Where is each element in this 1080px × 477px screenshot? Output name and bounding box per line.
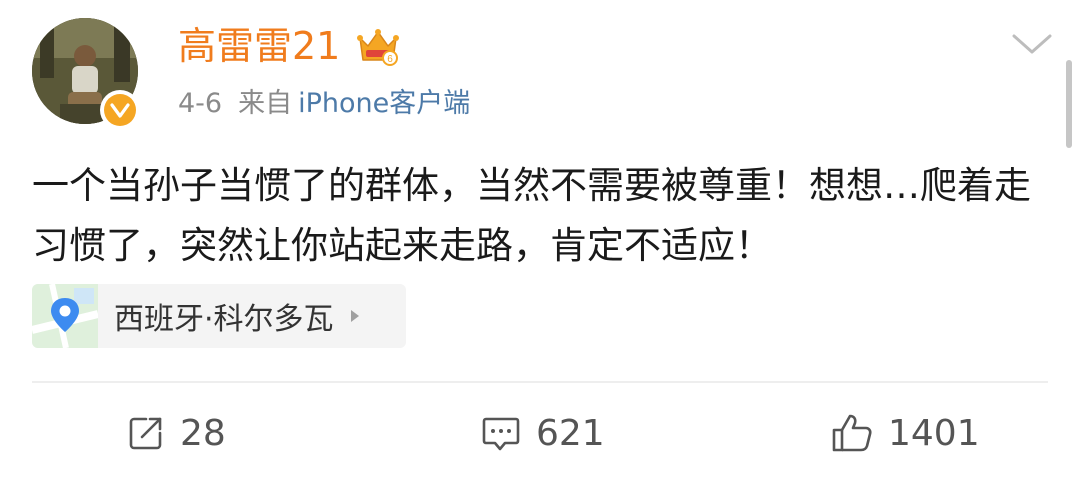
comment-button[interactable]: 621 (480, 408, 605, 458)
share-icon (129, 417, 162, 450)
weibo-post: 高雷雷21 6 4-6 来自 iPhone客户端 一个当孙子当惯了的群体，当然不需要… (0, 0, 1080, 477)
comment-icon (482, 417, 520, 451)
chevron-right-icon (350, 310, 359, 322)
like-count: 1401 (888, 412, 980, 454)
post-meta: 4-6 来自 iPhone客户端 (178, 84, 470, 124)
divider (32, 381, 1048, 383)
thumbs-up-icon (832, 414, 872, 452)
post-content: 一个当孙子当惯了的群体，当然不需要被尊重！想想…爬着走习惯了，突然让你站起来走路… (32, 164, 1031, 267)
scrollbar[interactable] (1066, 60, 1072, 148)
repost-count: 28 (180, 412, 226, 454)
repost-button[interactable]: 28 (126, 408, 226, 458)
verified-badge-icon (100, 90, 140, 130)
svg-text:6: 6 (387, 54, 393, 65)
location-chip[interactable]: 西班牙·科尔多瓦 (32, 284, 406, 348)
source-link[interactable]: iPhone客户端 (298, 88, 470, 119)
location-label: 西班牙·科尔多瓦 (114, 302, 334, 337)
source-prefix: 来自 (238, 88, 293, 119)
map-pin-icon (32, 284, 99, 348)
crown-vip-icon[interactable]: 6 (356, 24, 400, 68)
like-button[interactable]: 1401 (830, 408, 980, 458)
comment-count: 621 (536, 412, 605, 454)
chevron-down-icon[interactable] (1008, 28, 1056, 60)
post-date: 4-6 (178, 88, 223, 119)
author-name[interactable]: 高雷雷21 (178, 20, 340, 72)
